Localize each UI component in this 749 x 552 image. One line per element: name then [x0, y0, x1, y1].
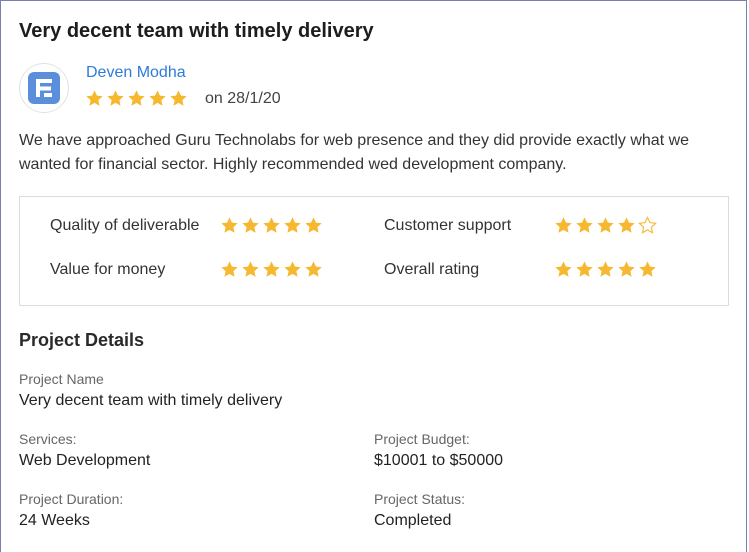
- star-filled-icon: [107, 90, 124, 106]
- rating-stars-customer-support: [554, 216, 657, 236]
- star-filled-icon: [221, 261, 238, 277]
- reviewer-star-rating: [85, 89, 188, 111]
- review-date: on 28/1/20: [205, 90, 281, 107]
- project-duration-value: 24 Weeks: [19, 512, 90, 529]
- star-filled-icon: [242, 261, 259, 277]
- project-name-value: Very decent team with timely delivery: [19, 392, 283, 409]
- rating-stars-value: [220, 260, 323, 280]
- star-filled-icon: [305, 261, 322, 277]
- project-details-heading: Project Details: [19, 330, 145, 350]
- star-filled-icon: [149, 90, 166, 106]
- review-text: We have approached Guru Technolabs for w…: [19, 132, 690, 173]
- star-filled-icon: [284, 261, 301, 277]
- star-filled-icon: [639, 261, 656, 277]
- star-filled-icon: [86, 90, 103, 106]
- star-filled-icon: [263, 217, 280, 233]
- project-name-label: Project Name: [19, 371, 104, 387]
- project-budget-value: $10001 to $50000: [374, 452, 504, 469]
- rating-stars-overall: [554, 260, 657, 280]
- star-filled-icon: [597, 217, 614, 233]
- star-filled-icon: [128, 90, 145, 106]
- star-filled-icon: [555, 261, 572, 277]
- star-filled-icon: [170, 90, 187, 106]
- star-filled-icon: [555, 217, 572, 233]
- star-filled-icon: [263, 261, 280, 277]
- rating-label-overall: Overall rating: [384, 261, 480, 278]
- project-duration-label: Project Duration:: [19, 491, 124, 507]
- project-status-label: Project Status:: [374, 491, 466, 507]
- star-filled-icon: [576, 261, 593, 277]
- project-budget-label: Project Budget:: [374, 431, 470, 447]
- star-filled-icon: [284, 217, 301, 233]
- review-title: Very decent team with timely delivery: [19, 20, 374, 42]
- star-filled-icon: [597, 261, 614, 277]
- reviewer-avatar: [19, 63, 69, 113]
- rating-stars-quality: [220, 216, 323, 236]
- star-filled-icon: [576, 217, 593, 233]
- star-filled-icon: [242, 217, 259, 233]
- services-value: Web Development: [19, 452, 151, 469]
- rating-label-quality: Quality of deliverable: [50, 217, 200, 234]
- rating-label-value: Value for money: [50, 261, 166, 278]
- star-empty-icon: [638, 216, 657, 234]
- rating-label-customer-support: Customer support: [384, 217, 512, 234]
- services-label: Services:: [19, 431, 77, 447]
- project-status-value: Completed: [374, 512, 452, 529]
- star-filled-icon: [305, 217, 322, 233]
- ratings-box: Quality of deliverable Customer support …: [19, 196, 729, 306]
- star-filled-icon: [221, 217, 238, 233]
- company-f-logo-icon: [28, 72, 60, 104]
- star-filled-icon: [618, 217, 635, 233]
- star-filled-icon: [618, 261, 635, 277]
- reviewer-name-link[interactable]: Deven Modha: [86, 64, 186, 82]
